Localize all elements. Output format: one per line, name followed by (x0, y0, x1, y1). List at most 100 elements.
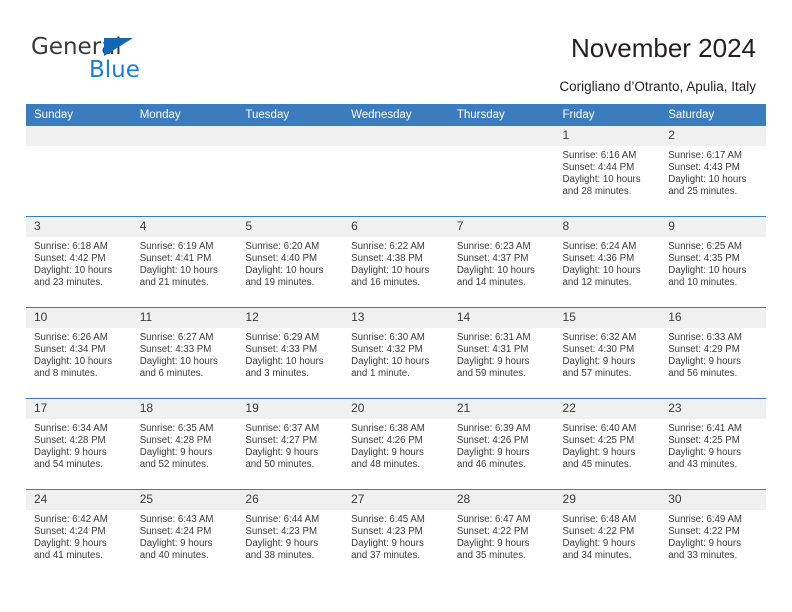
day-number: 10 (26, 308, 132, 328)
location-subtitle: Corigliano d’Otranto, Apulia, Italy (559, 79, 756, 94)
sunrise-text: Sunrise: 6:40 AM (562, 423, 637, 434)
day-number (131, 126, 238, 146)
daylight-text-line2: and 33 minutes. (668, 550, 738, 562)
weekday-header-friday: Friday (554, 104, 661, 126)
sunset-text: Sunset: 4:23 PM (245, 526, 318, 538)
daylight-text-line1: Daylight: 9 hours (351, 447, 424, 459)
calendar-table: Sunday Monday Tuesday Wednesday Thursday… (26, 104, 766, 580)
calendar-day-cell[interactable]: 12 Sunrise: 6:29 AM Sunset: 4:33 PM Dayligh… (237, 307, 344, 399)
calendar-day-cell-empty (131, 126, 238, 217)
day-sun-info: Sunrise: 6:16 AM Sunset: 4:44 PM Daylight:… (555, 146, 661, 198)
calendar-day-cell[interactable]: 13 Sunrise: 6:30 AM Sunset: 4:32 PM Dayligh… (343, 307, 449, 399)
daylight-text-line2: and 48 minutes. (351, 459, 421, 471)
sunset-text: Sunset: 4:25 PM (668, 435, 740, 447)
calendar-day-cell[interactable]: 22 Sunrise: 6:40 AM Sunset: 4:25 PM Dayligh… (554, 398, 661, 490)
sunrise-text: Sunrise: 6:44 AM (245, 514, 320, 525)
daylight-text-line1: Daylight: 9 hours (34, 447, 107, 459)
calendar-day-cell[interactable]: 24 Sunrise: 6:42 AM Sunset: 4:24 PM Dayligh… (26, 489, 132, 580)
sunrise-text: Sunrise: 6:25 AM (668, 241, 742, 252)
calendar-day-cell[interactable]: 23 Sunrise: 6:41 AM Sunset: 4:25 PM Dayligh… (660, 398, 766, 490)
sunrise-text: Sunrise: 6:43 AM (139, 514, 214, 525)
daylight-text-line2: and 25 minutes. (668, 186, 738, 198)
day-sun-info: Sunrise: 6:41 AM Sunset: 4:25 PM Daylight:… (660, 419, 766, 471)
calendar-day-cell[interactable]: 2 Sunrise: 6:17 AM Sunset: 4:43 PM Daylight… (660, 126, 766, 217)
daylight-text-line2: and 56 minutes. (668, 368, 738, 380)
sunrise-text: Sunrise: 6:20 AM (245, 241, 320, 252)
calendar-day-cell[interactable]: 16 Sunrise: 6:33 AM Sunset: 4:29 PM Dayligh… (660, 307, 766, 399)
sunset-text: Sunset: 4:28 PM (139, 435, 212, 447)
weekday-header-monday: Monday (131, 104, 238, 126)
sunrise-text: Sunrise: 6:23 AM (456, 241, 531, 252)
daylight-text-line2: and 37 minutes. (351, 550, 421, 562)
sunset-text: Sunset: 4:24 PM (139, 526, 212, 538)
daylight-text-line2: and 41 minutes. (34, 550, 103, 562)
sunrise-text: Sunrise: 6:22 AM (351, 241, 425, 252)
weekday-header-thursday: Thursday (448, 104, 555, 126)
sunrise-text: Sunrise: 6:38 AM (351, 423, 425, 434)
calendar-day-cell[interactable]: 29 Sunrise: 6:48 AM Sunset: 4:22 PM Dayligh… (554, 489, 661, 580)
day-sun-info: Sunrise: 6:31 AM Sunset: 4:31 PM Daylight:… (449, 328, 555, 380)
day-number: 27 (343, 490, 449, 510)
calendar-day-cell[interactable]: 27 Sunrise: 6:45 AM Sunset: 4:23 PM Dayligh… (343, 489, 449, 580)
daylight-text-line1: Daylight: 10 hours (139, 356, 218, 368)
sunset-text: Sunset: 4:28 PM (34, 435, 106, 447)
day-number: 7 (448, 217, 555, 237)
calendar-day-cell[interactable]: 30 Sunrise: 6:49 AM Sunset: 4:22 PM Dayligh… (660, 489, 766, 580)
calendar-day-cell[interactable]: 7 Sunrise: 6:23 AM Sunset: 4:37 PM Daylight… (448, 216, 555, 308)
daylight-text-line2: and 10 minutes. (668, 277, 738, 289)
daylight-text-line1: Daylight: 9 hours (562, 538, 636, 550)
calendar-day-cell[interactable]: 14 Sunrise: 6:31 AM Sunset: 4:31 PM Dayligh… (448, 307, 555, 399)
general-blue-logo[interactable]: General Blue (31, 34, 211, 86)
calendar-weekday-header: Sunday Monday Tuesday Wednesday Thursday… (26, 104, 766, 126)
day-number: 17 (26, 399, 132, 419)
calendar-day-cell[interactable]: 21 Sunrise: 6:39 AM Sunset: 4:26 PM Dayligh… (448, 398, 555, 490)
calendar-day-cell[interactable]: 8 Sunrise: 6:24 AM Sunset: 4:36 PM Daylight… (554, 216, 661, 308)
daylight-text-line1: Daylight: 9 hours (34, 538, 107, 550)
day-number: 29 (554, 490, 661, 510)
daylight-text-line2: and 23 minutes. (34, 277, 103, 289)
day-number: 24 (26, 490, 132, 510)
sunset-text: Sunset: 4:37 PM (456, 253, 529, 265)
day-sun-info: Sunrise: 6:32 AM Sunset: 4:30 PM Daylight:… (555, 328, 661, 380)
calendar-day-cell[interactable]: 20 Sunrise: 6:38 AM Sunset: 4:26 PM Dayligh… (343, 398, 449, 490)
calendar-day-cell[interactable]: 11 Sunrise: 6:27 AM Sunset: 4:33 PM Dayligh… (131, 307, 238, 399)
calendar-day-cell[interactable]: 1 Sunrise: 6:16 AM Sunset: 4:44 PM Daylight… (554, 126, 661, 217)
calendar-day-cell[interactable]: 18 Sunrise: 6:35 AM Sunset: 4:28 PM Dayligh… (131, 398, 238, 490)
daylight-text-line1: Daylight: 9 hours (245, 447, 319, 459)
calendar-day-cell-empty (237, 126, 344, 217)
calendar-day-cell[interactable]: 3 Sunrise: 6:18 AM Sunset: 4:42 PM Daylight… (26, 216, 132, 308)
calendar-day-cell[interactable]: 9 Sunrise: 6:25 AM Sunset: 4:35 PM Daylight… (660, 216, 766, 308)
daylight-text-line2: and 1 minute. (351, 368, 410, 380)
day-sun-info: Sunrise: 6:44 AM Sunset: 4:23 PM Daylight:… (237, 510, 343, 562)
calendar-day-cell[interactable]: 4 Sunrise: 6:19 AM Sunset: 4:41 PM Daylight… (131, 216, 238, 308)
calendar-day-cell[interactable]: 26 Sunrise: 6:44 AM Sunset: 4:23 PM Dayligh… (237, 489, 344, 580)
sunrise-text: Sunrise: 6:39 AM (456, 423, 531, 434)
sunset-text: Sunset: 4:22 PM (456, 526, 529, 538)
sunset-text: Sunset: 4:23 PM (351, 526, 423, 538)
calendar-grid: Sunday Monday Tuesday Wednesday Thursday… (26, 104, 766, 580)
sunrise-text: Sunrise: 6:16 AM (562, 150, 637, 161)
daylight-text-line2: and 12 minutes. (562, 277, 632, 289)
calendar-day-cell[interactable]: 25 Sunrise: 6:43 AM Sunset: 4:24 PM Dayligh… (131, 489, 238, 580)
day-sun-info: Sunrise: 6:49 AM Sunset: 4:22 PM Daylight:… (660, 510, 766, 562)
weekday-header-tuesday: Tuesday (237, 104, 344, 126)
calendar-day-cell[interactable]: 5 Sunrise: 6:20 AM Sunset: 4:40 PM Daylight… (237, 216, 344, 308)
calendar-day-cell[interactable]: 17 Sunrise: 6:34 AM Sunset: 4:28 PM Dayligh… (26, 398, 132, 490)
day-number: 28 (448, 490, 555, 510)
daylight-text-line2: and 19 minutes. (245, 277, 315, 289)
calendar-day-cell[interactable]: 19 Sunrise: 6:37 AM Sunset: 4:27 PM Dayligh… (237, 398, 344, 490)
sunrise-text: Sunrise: 6:30 AM (351, 332, 425, 343)
calendar-day-cell[interactable]: 10 Sunrise: 6:26 AM Sunset: 4:34 PM Dayligh… (26, 307, 132, 399)
day-number: 3 (26, 217, 132, 237)
day-number: 16 (660, 308, 766, 328)
day-sun-info: Sunrise: 6:19 AM Sunset: 4:41 PM Daylight:… (132, 237, 238, 289)
calendar-day-cell[interactable]: 15 Sunrise: 6:32 AM Sunset: 4:30 PM Dayligh… (554, 307, 661, 399)
sunset-text: Sunset: 4:22 PM (562, 526, 635, 538)
day-number: 11 (131, 308, 238, 328)
day-sun-info: Sunrise: 6:42 AM Sunset: 4:24 PM Daylight:… (26, 510, 132, 562)
day-number (448, 126, 555, 146)
day-sun-info: Sunrise: 6:40 AM Sunset: 4:25 PM Daylight:… (555, 419, 661, 471)
calendar-week-row: 17 Sunrise: 6:34 AM Sunset: 4:28 PM Dayligh… (26, 398, 766, 490)
calendar-day-cell[interactable]: 6 Sunrise: 6:22 AM Sunset: 4:38 PM Daylight… (343, 216, 449, 308)
calendar-day-cell[interactable]: 28 Sunrise: 6:47 AM Sunset: 4:22 PM Dayligh… (448, 489, 555, 580)
